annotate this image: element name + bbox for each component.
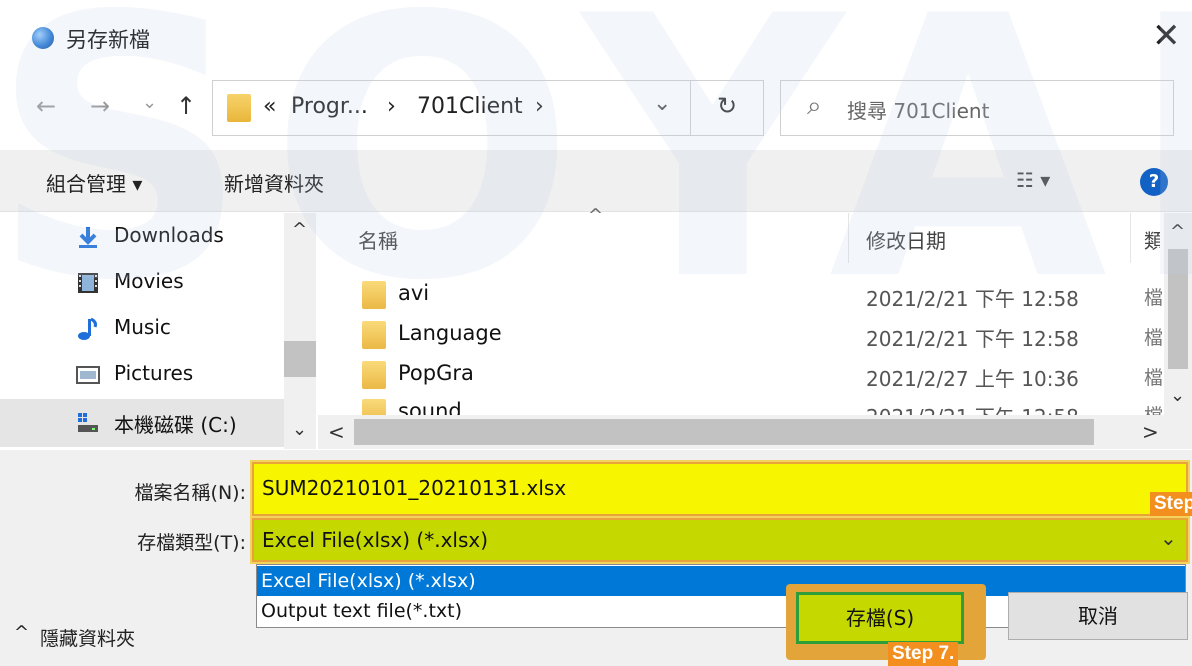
folder-icon (227, 94, 251, 122)
breadcrumb-parent[interactable]: Progr... (291, 94, 368, 119)
scrollbar-thumb[interactable] (1168, 249, 1188, 369)
sidebar-item-local-disk[interactable]: 本機磁碟 (C:) (0, 399, 284, 447)
chevron-down-icon[interactable]: ⌄ (1160, 526, 1177, 550)
close-icon[interactable]: ✕ (1152, 16, 1181, 56)
folder-icon (362, 361, 386, 389)
step-annotation: Step 7. (888, 642, 959, 666)
horizontal-scrollbar[interactable]: < > (318, 415, 1192, 449)
sidebar-item-label: 本機磁碟 (C:) (114, 413, 237, 437)
file-type: 檔 (1144, 367, 1164, 389)
search-placeholder: 搜尋 701Client (847, 99, 990, 123)
new-folder-button[interactable]: 新增資料夾 (224, 168, 324, 197)
scroll-right-icon[interactable]: > (1142, 420, 1159, 444)
path-prefix: « (263, 94, 277, 119)
file-type: 檔 (1144, 287, 1164, 309)
breadcrumb-current[interactable]: 701Client (417, 94, 523, 119)
command-bar: 組合管理 ▾ 新增資料夾 ☷ ▾ ? (0, 150, 1192, 212)
scrollbar-thumb[interactable] (354, 419, 1094, 445)
organize-button[interactable]: 組合管理 ▾ (46, 168, 142, 197)
sidebar-scrollbar[interactable]: ^ ⌄ (284, 213, 316, 449)
drive-icon (78, 413, 98, 432)
step-annotation: Step (1150, 492, 1192, 516)
sort-ascending-icon: ^ (588, 205, 604, 226)
file-name: PopGra (398, 361, 474, 385)
view-options-icon[interactable]: ☷ ▾ (1016, 168, 1050, 192)
forward-arrow-icon[interactable]: → (90, 92, 110, 120)
column-header-name[interactable]: 名稱 (358, 225, 398, 254)
filename-input[interactable]: SUM20210101_20210131.xlsx (252, 462, 1188, 516)
back-arrow-icon[interactable]: ← (36, 92, 56, 120)
sidebar-item-label: Movies (114, 269, 184, 293)
list-item[interactable]: PopGra 2021/2/27 上午 10:36 檔 (318, 355, 1164, 395)
sidebar-item-label: Music (114, 315, 171, 339)
download-icon (79, 227, 97, 248)
recent-locations-icon[interactable]: ⌄ (142, 92, 157, 113)
list-item[interactable]: avi 2021/2/21 下午 12:58 檔 (318, 275, 1164, 315)
file-type: 檔 (1144, 327, 1164, 349)
folder-icon (362, 399, 386, 415)
scrollbar-thumb[interactable] (284, 341, 316, 377)
scroll-down-icon[interactable]: ⌄ (1170, 385, 1185, 406)
sidebar-item-music[interactable]: Music (0, 305, 284, 353)
search-input[interactable]: ⌕ 搜尋 701Client (780, 80, 1174, 136)
list-item[interactable]: sound 2021/2/21 下午 12:58 檔 (318, 397, 1164, 415)
file-type: 檔 (1144, 401, 1163, 415)
cancel-button[interactable]: 取消 (1008, 592, 1188, 640)
save-button[interactable]: 存檔(S) (796, 592, 964, 644)
help-icon[interactable]: ? (1140, 168, 1168, 196)
filename-value: SUM20210101_20210131.xlsx (262, 476, 567, 500)
column-header-date[interactable]: 修改日期 (866, 225, 946, 254)
file-list-scrollbar[interactable]: ^ ⌄ (1164, 213, 1192, 415)
hide-folders-toggle[interactable]: 隱藏資料夾 (40, 624, 135, 651)
list-item[interactable]: Language 2021/2/21 下午 12:58 檔 (318, 315, 1164, 355)
sidebar-item-label: Pictures (114, 361, 194, 385)
sidebar-item-label: Downloads (114, 223, 224, 247)
filename-label: 檔案名稱(N): (134, 482, 246, 504)
navigation-pane: Downloads Movies Music Pictures 本機磁碟 (C:… (0, 213, 318, 449)
sidebar-item-movies[interactable]: Movies (0, 259, 284, 307)
column-divider[interactable] (1130, 213, 1131, 263)
up-arrow-icon[interactable]: ↑ (176, 92, 196, 120)
file-date: 2021/2/27 上午 10:36 (866, 367, 1079, 391)
file-list: ^ 名稱 修改日期 類 avi 2021/2/21 下午 12:58 檔 Lan… (318, 205, 1192, 449)
scroll-down-icon[interactable]: ⌄ (292, 419, 307, 440)
file-date: 2021/2/21 下午 12:58 (866, 287, 1079, 311)
title-bar: 另存新檔 ✕ (0, 0, 1192, 84)
folder-icon (362, 321, 386, 349)
breadcrumb-separator[interactable]: › (535, 94, 544, 119)
app-icon (32, 27, 54, 49)
window-title: 另存新檔 (66, 28, 150, 52)
scroll-up-icon[interactable]: ^ (1170, 221, 1185, 242)
file-name: Language (398, 321, 502, 345)
folder-icon (362, 281, 386, 309)
filetype-select[interactable]: Excel File(xlsx) (*.xlsx) ⌄ (252, 518, 1188, 562)
file-name: avi (398, 281, 430, 305)
column-divider[interactable] (848, 213, 849, 263)
column-header-type[interactable]: 類 (1144, 225, 1160, 254)
chevron-up-icon[interactable]: ^ (14, 622, 29, 643)
address-bar[interactable]: « Progr... › 701Client › ⌄ (212, 80, 764, 136)
file-date: 2021/2/21 下午 12:58 (866, 401, 1079, 415)
refresh-button[interactable]: ↻ (690, 80, 764, 136)
sidebar-item-downloads[interactable]: Downloads (0, 213, 284, 261)
sidebar-item-pictures[interactable]: Pictures (0, 351, 284, 399)
filetype-label: 存檔類型(T): (137, 532, 246, 554)
search-icon: ⌕ (807, 91, 822, 121)
movies-icon (78, 273, 98, 293)
scroll-left-icon[interactable]: < (328, 420, 345, 444)
refresh-icon: ↻ (717, 92, 738, 120)
path-dropdown-icon[interactable]: ⌄ (653, 91, 671, 116)
file-date: 2021/2/21 下午 12:58 (866, 327, 1079, 351)
breadcrumb-separator[interactable]: › (387, 94, 396, 119)
music-icon (78, 317, 97, 340)
pictures-icon (76, 366, 100, 384)
filetype-value: Excel File(xlsx) (*.xlsx) (262, 528, 489, 552)
file-name: sound (398, 399, 462, 415)
scroll-up-icon[interactable]: ^ (292, 219, 307, 240)
